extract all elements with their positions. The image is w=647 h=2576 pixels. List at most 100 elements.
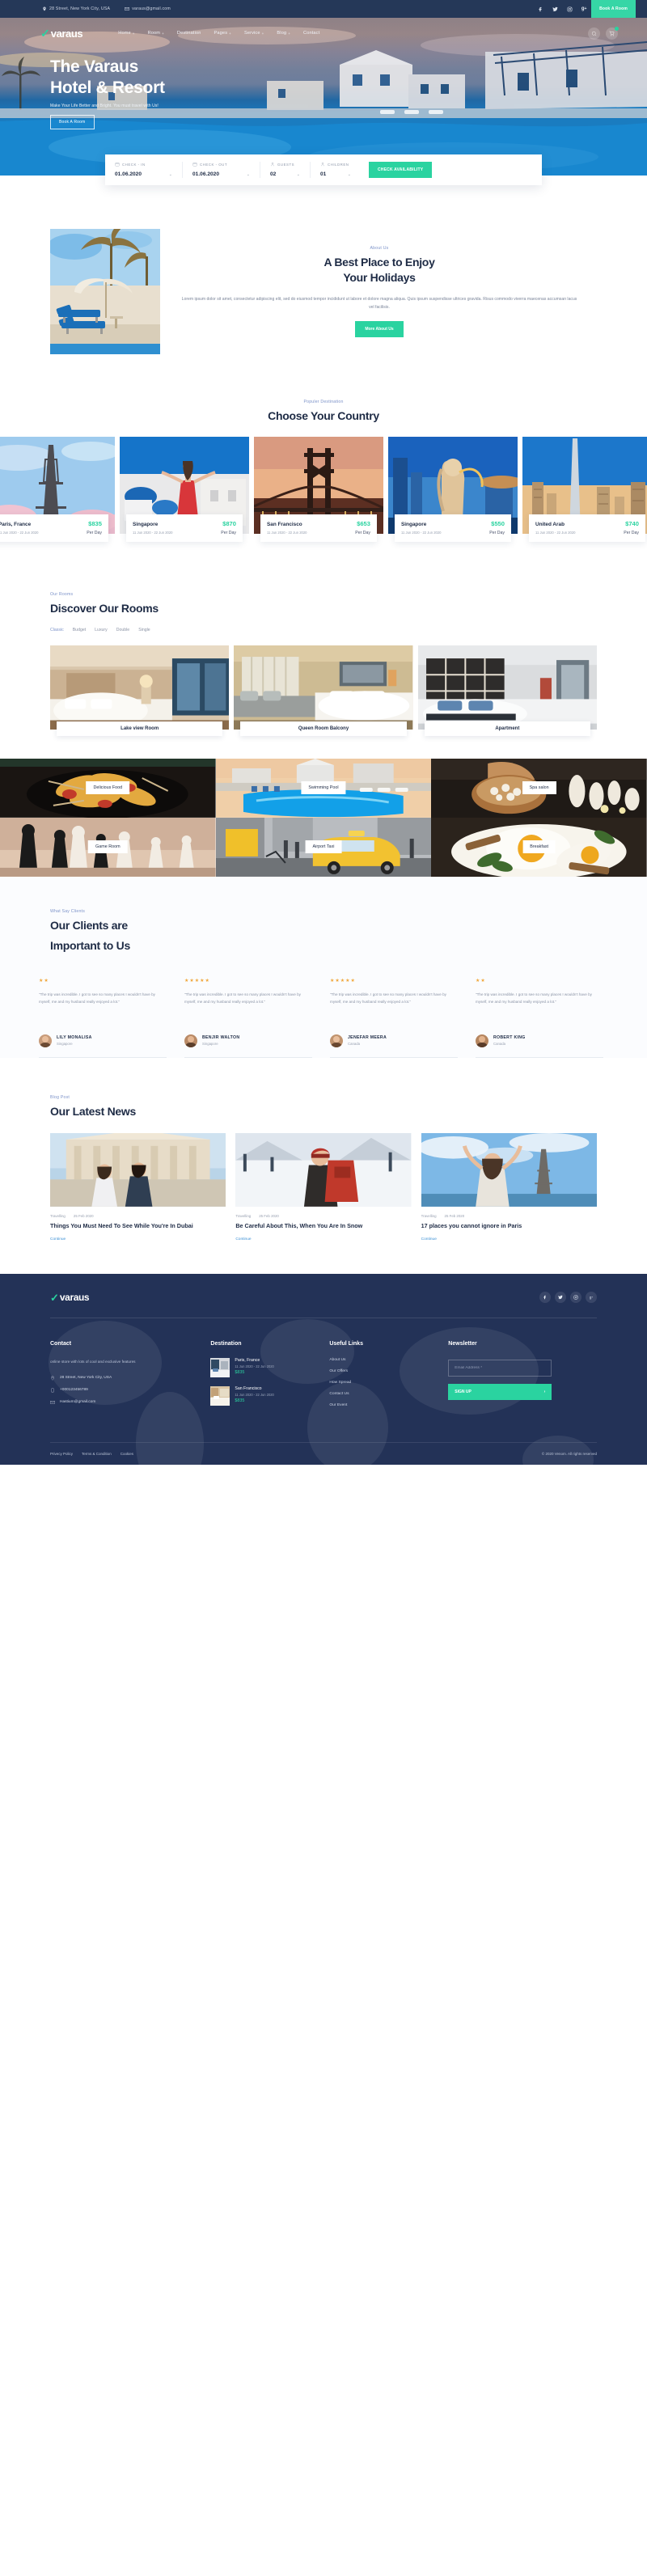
instagram-icon[interactable] [570,1292,581,1304]
more-about-us-button[interactable]: More About Us [355,321,404,338]
gallery-cell[interactable]: Game Room [0,817,216,877]
guests-field[interactable]: GUESTS 02 ⌄ [260,162,311,178]
blog-category[interactable]: Travelling [235,1214,251,1218]
blog-post-title[interactable]: Things You Must Need To See While You're… [50,1222,226,1231]
testimonials-eyebrow: What Say Clients [50,908,85,914]
newsletter-email-input[interactable] [448,1360,552,1377]
search-button[interactable] [588,27,600,40]
destination-card[interactable]: Paris, France $835 11 Jun 2020 - 22 Jun … [0,436,115,542]
room-tab-single[interactable]: Single [138,628,150,632]
children-value: 01 [320,171,327,177]
footer-destination-item[interactable]: Paris, France 11 Jun 2020 - 22 Jun 2020 … [210,1358,329,1378]
room-card[interactable]: Apartment [417,645,597,736]
children-field[interactable]: CHILDREN 01 ⌄ [311,162,361,178]
chevron-down-icon[interactable]: ⌄ [297,172,300,177]
blog-category[interactable]: Travelling [421,1214,437,1218]
footer-link-how-spread[interactable]: How Spread [329,1381,448,1385]
destination-card[interactable]: Singapore $870 11 Jun 2020 - 22 Jun 2020… [120,436,249,542]
room-card[interactable]: Queen Room Balcony [234,645,413,736]
destination-name: Paris, France [0,521,32,527]
footer-logo[interactable]: ✓ varaus [50,1292,90,1303]
destination-card[interactable]: United Arab $740 11 Jun 2020 - 22 Jun 20… [522,436,647,542]
destination-per-day: Per Day [624,530,639,535]
chevron-down-icon[interactable]: ⌄ [247,172,250,177]
gallery-tag: Airport Taxi [305,840,342,854]
chevron-down-icon[interactable]: ⌄ [348,172,351,177]
room-tab-luxury[interactable]: Luxury [95,628,108,632]
gallery-cell[interactable]: Delicious Food [0,758,216,818]
testimonial-quote: "The trip was incredible. I got to see s… [330,992,446,1005]
destination-date-per: 11 Jun 2020 - 22 Jun 2020 Per Day [133,531,236,535]
testimonials-carousel[interactable]: ★★ "The trip was incredible. I got to se… [39,978,647,1058]
gallery-cell[interactable]: Airport Taxi [215,817,432,877]
footer-links-heading: Useful Links [329,1341,363,1347]
testimonial-location: Singapore [202,1042,218,1047]
destination-card[interactable]: Singapore $550 11 Jun 2020 - 22 Jun 2020… [388,436,518,542]
facebook-icon[interactable] [533,6,548,12]
nav-item-blog[interactable]: Blog + [270,31,297,36]
destination-card[interactable]: San Francisco $653 11 Jun 2020 - 22 Jun … [254,436,383,542]
blog-post-title[interactable]: Be Careful About This, When You Are In S… [235,1222,411,1231]
google-plus-icon[interactable]: g + [586,1292,597,1304]
site-logo[interactable]: ✓ varaus [40,27,83,40]
google-plus-icon[interactable]: g + [577,6,591,11]
destination-info: Paris, France $835 11 Jun 2020 - 22 Jun … [0,514,108,542]
newsletter-signup-button[interactable]: SIGN UP › [448,1384,552,1401]
room-card[interactable]: Lake view Room [50,645,230,736]
footer-cookies-link[interactable]: Cookies [121,1452,133,1456]
chevron-down-icon[interactable]: ⌄ [169,172,172,177]
destination-date-per: 11 Jun 2020 - 22 Jun 2020 Per Day [267,531,370,535]
topbar-email[interactable]: varaus@gmail.com [125,6,171,11]
destinations-carousel[interactable]: Paris, France $835 11 Jun 2020 - 22 Jun … [0,436,647,542]
twitter-icon[interactable] [555,1292,566,1304]
gallery-cell[interactable]: Swimming Pool [215,758,432,818]
gallery-cell[interactable]: Breakfast [431,817,647,877]
nav-item-service[interactable]: Service + [238,31,270,36]
about-title-line-1: A Best Place to Enjoy [324,255,435,269]
blog-card[interactable]: Travelling 25 Feb 2020 Be Careful About … [235,1133,412,1241]
avatar [330,1034,343,1047]
nav-item-home[interactable]: Home + [112,31,141,36]
children-header: CHILDREN [320,162,351,167]
nav-item-destination[interactable]: Destination [171,31,208,36]
footer-link-about-us[interactable]: About Us [329,1358,448,1362]
blog-card[interactable]: Travelling 25 Feb 2020 17 places you can… [421,1133,597,1241]
instagram-icon[interactable] [562,6,577,12]
cart-button[interactable] [606,26,619,40]
footer-phone-row[interactable]: +000123456789 [50,1387,210,1393]
nav-item-pages[interactable]: Pages + [208,31,238,36]
testimonials-title: Our Clients are Important to Us [50,918,597,954]
footer-terms-link[interactable]: Terms & Condition [82,1452,112,1456]
footer-privacy-policy-link[interactable]: Privecy Policy [50,1452,73,1456]
blog-continue-link[interactable]: Continue [235,1237,411,1241]
checkin-field[interactable]: CHECK - IN 01.06.2020 ⌄ [105,162,183,178]
blog-continue-link[interactable]: Continue [50,1237,226,1241]
blog-category[interactable]: Travelling [50,1214,66,1218]
nav-item-contact[interactable]: Contact [297,31,326,36]
destination-name-price: Paris, France $835 [0,520,102,527]
checkout-field[interactable]: CHECK - OUT 01.06.2020 ⌄ [183,162,260,178]
nav-item-room[interactable]: Room + [142,31,171,36]
facebook-icon[interactable] [539,1292,551,1304]
destinations-header: Populer Destination Choose Your Country [0,354,647,437]
blog-card[interactable]: Travelling 25 Feb 2020 Things You Must N… [50,1133,226,1241]
blog-post-title[interactable]: 17 places you cannot ignore in Paris [421,1222,597,1231]
twitter-icon[interactable] [548,6,562,12]
gallery-cell[interactable]: Spa salon [431,758,647,818]
room-tab-double[interactable]: Double [116,628,129,632]
avatar-photo [476,1034,488,1047]
room-tab-budget[interactable]: Budget [73,628,86,632]
hero-book-room-button[interactable]: Book A Room [50,115,95,130]
room-tab-classic[interactable]: Classic [50,628,64,632]
check-availability-button[interactable]: CHECK AVAILABILITY [369,162,433,178]
topbar-email-text: varaus@gmail.com [132,6,171,11]
footer-link-contact-us[interactable]: Contact Us [329,1392,448,1396]
topbar-book-room-button[interactable]: Book A Room [591,0,636,18]
blog-continue-link[interactable]: Continue [421,1237,597,1241]
footer-email-row[interactable]: Hastium@gmail.com [50,1400,210,1405]
guests-value: 02 [270,171,277,177]
nav-label: Service [243,31,260,36]
footer-destination-item[interactable]: San Francisco 11 Jun 2020 - 22 Jun 2020 … [210,1386,329,1406]
footer-link-our-offers[interactable]: Our Offers [329,1369,448,1373]
footer-link-our-event[interactable]: Our Event [329,1403,448,1407]
